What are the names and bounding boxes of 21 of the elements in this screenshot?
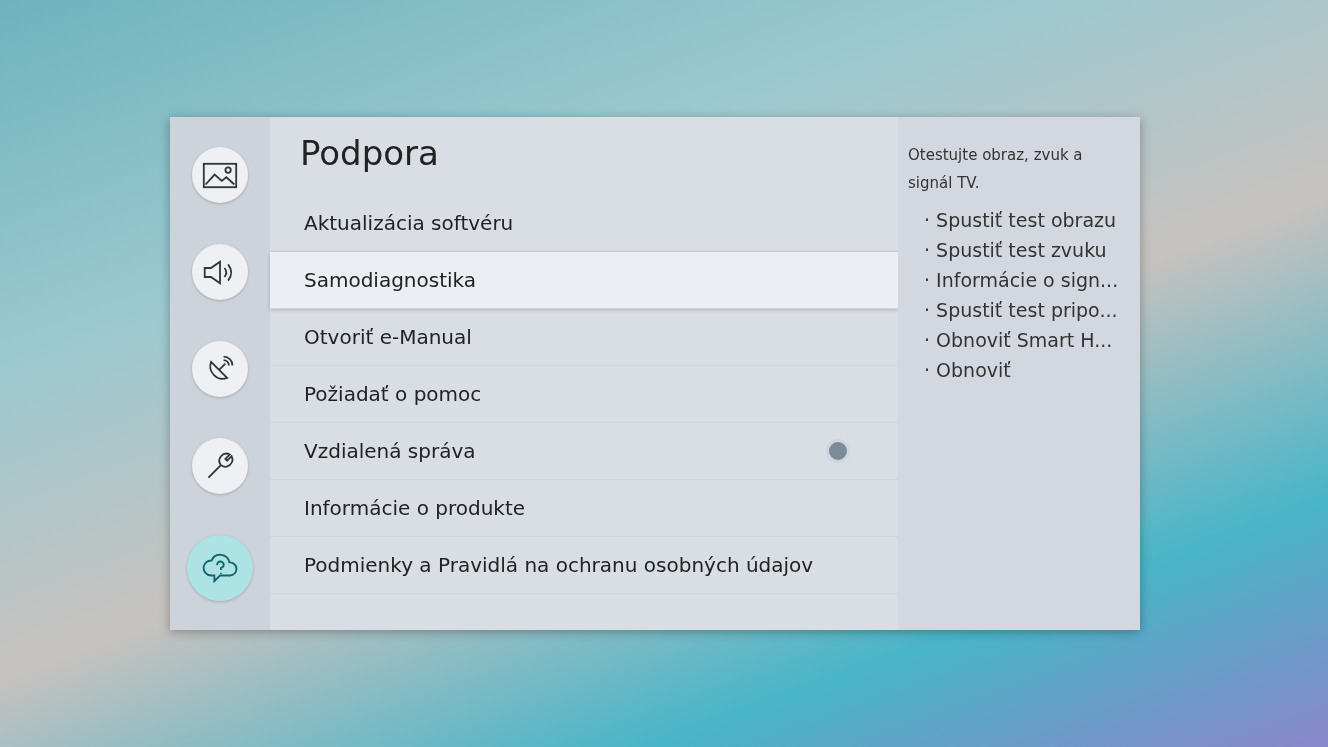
category-button[interactable] (192, 244, 248, 300)
menu-item[interactable]: Informácie o produkte (270, 480, 898, 537)
menu-item[interactable]: Otvoriť e-Manual (270, 309, 898, 366)
description-text: Otestujte obraz, zvuk a signál TV. (908, 145, 1084, 194)
page-title: Podpora (299, 132, 440, 175)
cloud-question-icon (201, 553, 239, 583)
menu-item[interactable]: Požiadať o pomoc (270, 366, 898, 423)
test-option-text: · Spustiť test pripo... (923, 298, 1119, 323)
menu-item[interactable]: Samodiagnostika (270, 252, 898, 309)
test-option-text: · Obnoviť Smart H... (923, 328, 1114, 353)
test-option-text: · Informácie o sign... (923, 268, 1120, 293)
category-button[interactable] (187, 535, 253, 601)
test-option-text: · Spustiť test obrazu (923, 208, 1118, 233)
category-button[interactable] (192, 147, 248, 203)
menu-item[interactable]: Podmienky a Pravidlá na ochranu osobných údajov (270, 537, 898, 594)
menu-item[interactable]: Vzdialená správa (270, 423, 898, 480)
category-button[interactable] (192, 341, 248, 397)
test-option-text: · Spustiť test zvuku (923, 238, 1108, 263)
picture-icon (202, 161, 238, 189)
test-option-text: · Obnoviť (923, 358, 1012, 383)
category-button[interactable] (192, 438, 248, 494)
